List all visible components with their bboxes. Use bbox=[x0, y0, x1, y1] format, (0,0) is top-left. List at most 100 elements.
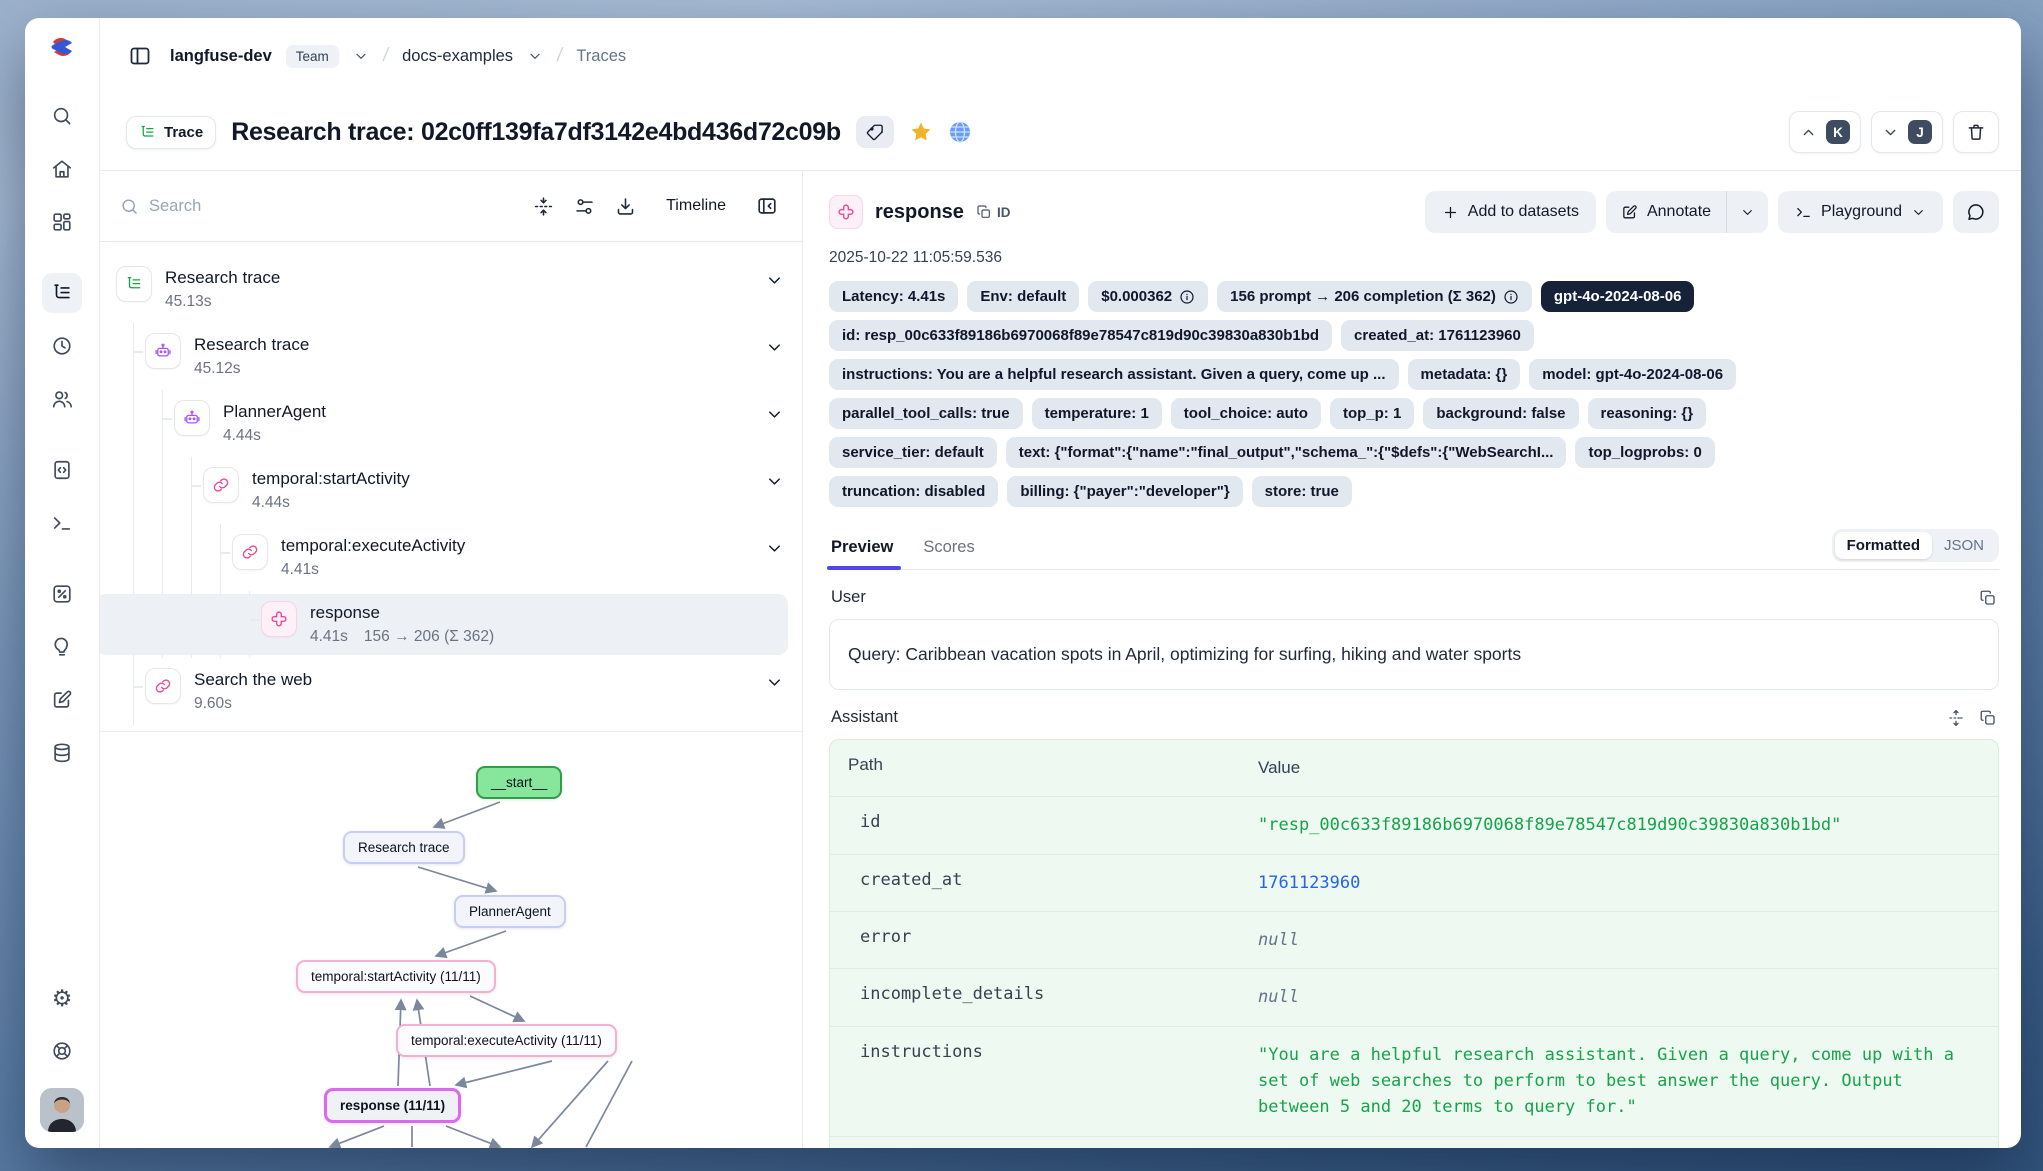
add-to-datasets-button[interactable]: Add to datasets bbox=[1425, 191, 1596, 233]
cost-badge[interactable]: $0.000362 bbox=[1088, 281, 1208, 312]
tree-toolbar: Timeline bbox=[100, 171, 802, 242]
globe-icon[interactable] bbox=[948, 120, 972, 144]
tree-row-search-web[interactable]: Search the web 9.60s bbox=[145, 658, 784, 725]
env-badge: Env: default bbox=[967, 281, 1079, 312]
graph-node-planner-agent[interactable]: PlannerAgent bbox=[454, 895, 566, 928]
dashboard-icon[interactable] bbox=[42, 202, 82, 242]
formatted-option[interactable]: Formatted bbox=[1835, 532, 1932, 559]
token-usage-badge[interactable]: 156 prompt → 206 completion (Σ 362) bbox=[1217, 281, 1532, 312]
agent-graph[interactable]: __start__ Research trace PlannerAgent te… bbox=[100, 731, 802, 1148]
chevron-down-icon[interactable] bbox=[765, 405, 784, 424]
observation-timestamp: 2025-10-22 11:05:59.536 bbox=[829, 249, 1999, 267]
project-name[interactable]: docs-examples bbox=[402, 47, 513, 66]
playground-button[interactable]: Playground bbox=[1778, 191, 1943, 233]
tab-scores[interactable]: Scores bbox=[921, 530, 976, 569]
preview-tabs: Preview Scores Formatted JSON bbox=[829, 529, 1999, 570]
trace-tree-icon bbox=[139, 124, 156, 141]
annotate-dropdown[interactable] bbox=[1727, 191, 1768, 233]
json-option[interactable]: JSON bbox=[1932, 532, 1996, 559]
org-chevron-down-icon[interactable] bbox=[353, 48, 369, 64]
datasets-icon[interactable] bbox=[42, 733, 82, 773]
top-logprobs-badge: top_logprobs: 0 bbox=[1575, 437, 1714, 468]
created-at-badge: created_at: 1761123960 bbox=[1341, 320, 1534, 351]
truncation-badge: truncation: disabled bbox=[829, 476, 998, 507]
support-icon[interactable] bbox=[42, 1031, 82, 1071]
playground-icon[interactable] bbox=[42, 503, 82, 543]
search-icon[interactable] bbox=[42, 96, 82, 136]
tab-preview[interactable]: Preview bbox=[829, 530, 895, 569]
graph-node-start[interactable]: __start__ bbox=[476, 766, 562, 799]
breadcrumb-page[interactable]: Traces bbox=[576, 47, 626, 66]
home-icon[interactable] bbox=[42, 149, 82, 189]
latency-badge: Latency: 4.41s bbox=[829, 281, 958, 312]
breadcrumb-separator: / bbox=[556, 45, 564, 67]
observation-badges: Latency: 4.41s Env: default $0.000362 15… bbox=[829, 281, 1999, 507]
link-icon bbox=[232, 534, 268, 570]
copy-icon[interactable] bbox=[1979, 709, 1997, 727]
graph-node-response[interactable]: response (11/11) bbox=[324, 1088, 461, 1123]
avatar[interactable] bbox=[40, 1088, 84, 1132]
view-settings-icon[interactable] bbox=[570, 192, 599, 221]
tree-row-planner-agent[interactable]: PlannerAgent 4.44s bbox=[174, 390, 784, 457]
copy-icon[interactable] bbox=[1979, 589, 1997, 607]
reasoning-badge: reasoning: {} bbox=[1588, 398, 1707, 429]
link-icon bbox=[203, 467, 239, 503]
collapse-panel-icon[interactable] bbox=[752, 191, 782, 221]
chevron-down-icon[interactable] bbox=[765, 472, 784, 491]
tree-row-response-selected[interactable]: response 4.41s156 → 206 (Σ 362) bbox=[261, 591, 784, 658]
generation-icon bbox=[261, 601, 297, 637]
org-name[interactable]: langfuse-dev bbox=[170, 47, 272, 66]
tree-row-agent[interactable]: Research trace 45.12s bbox=[145, 323, 784, 390]
table-row: incomplete_details null bbox=[830, 968, 1998, 1025]
sessions-icon[interactable] bbox=[42, 326, 82, 366]
annotate-split-button: Annotate bbox=[1606, 191, 1768, 233]
graph-node-research-trace[interactable]: Research trace bbox=[343, 831, 465, 864]
tree-row-start-activity[interactable]: temporal:startActivity 4.44s bbox=[203, 457, 784, 524]
users-icon[interactable] bbox=[42, 379, 82, 419]
page-title: Research trace: 02c0ff139fa7df3142e4bd43… bbox=[231, 118, 841, 147]
collapse-all-icon[interactable] bbox=[529, 192, 558, 221]
graph-node-execute-activity[interactable]: temporal:executeActivity (11/11) bbox=[396, 1024, 617, 1057]
graph-node-start-activity[interactable]: temporal:startActivity (11/11) bbox=[296, 960, 496, 993]
prompts-icon[interactable] bbox=[42, 450, 82, 490]
trash-icon bbox=[1966, 122, 1986, 142]
timeline-toggle[interactable]: Timeline bbox=[666, 197, 726, 215]
tag-icon[interactable] bbox=[856, 116, 894, 148]
chevron-down-icon[interactable] bbox=[765, 338, 784, 357]
breadcrumb-separator: / bbox=[381, 45, 389, 67]
app-window: ⚙ langfuse-dev Team / docs-examples / Tr… bbox=[25, 18, 2021, 1148]
info-icon bbox=[1503, 289, 1519, 305]
main-area: langfuse-dev Team / docs-examples / Trac… bbox=[100, 18, 2021, 1148]
chevron-down-icon[interactable] bbox=[765, 539, 784, 558]
table-row: id "resp_00c633f89186b6970068f89e78547c8… bbox=[830, 796, 1998, 853]
tracing-icon[interactable] bbox=[42, 273, 82, 313]
project-chevron-down-icon[interactable] bbox=[527, 48, 543, 64]
panel-toggle-icon[interactable] bbox=[124, 40, 156, 72]
chevron-down-icon[interactable] bbox=[765, 673, 784, 692]
expand-icon[interactable] bbox=[1947, 709, 1965, 727]
delete-trace-button[interactable] bbox=[1953, 111, 1999, 153]
tree-row-trace[interactable]: Research trace 45.13s bbox=[116, 256, 784, 323]
agent-icon bbox=[174, 400, 210, 436]
comments-button[interactable] bbox=[1953, 191, 1999, 233]
langfuse-logo[interactable] bbox=[47, 32, 77, 62]
annotate-button[interactable]: Annotate bbox=[1606, 191, 1726, 233]
next-trace-button[interactable]: J bbox=[1871, 111, 1943, 153]
insights-icon[interactable] bbox=[42, 627, 82, 667]
tree-row-execute-activity[interactable]: temporal:executeActivity 4.41s bbox=[232, 524, 784, 591]
trace-header: Trace Research trace: 02c0ff139fa7df3142… bbox=[100, 94, 2021, 171]
chevron-down-icon[interactable] bbox=[765, 271, 784, 290]
download-icon[interactable] bbox=[611, 192, 640, 221]
star-icon[interactable] bbox=[909, 120, 933, 144]
evaluation-icon[interactable] bbox=[42, 574, 82, 614]
agent-icon bbox=[145, 333, 181, 369]
annotation-icon[interactable] bbox=[42, 680, 82, 720]
settings-icon[interactable]: ⚙ bbox=[42, 978, 82, 1018]
search-input[interactable] bbox=[149, 197, 517, 216]
observation-title: response bbox=[875, 201, 964, 224]
topbar: langfuse-dev Team / docs-examples / Trac… bbox=[100, 18, 2021, 94]
prev-trace-button[interactable]: K bbox=[1789, 111, 1861, 153]
assistant-output-table: Path Value id "resp_00c633f89186b6970068… bbox=[829, 739, 1999, 1148]
model-badge[interactable]: gpt-4o-2024-08-06 bbox=[1541, 281, 1695, 312]
copy-id[interactable]: ID bbox=[976, 204, 1011, 220]
